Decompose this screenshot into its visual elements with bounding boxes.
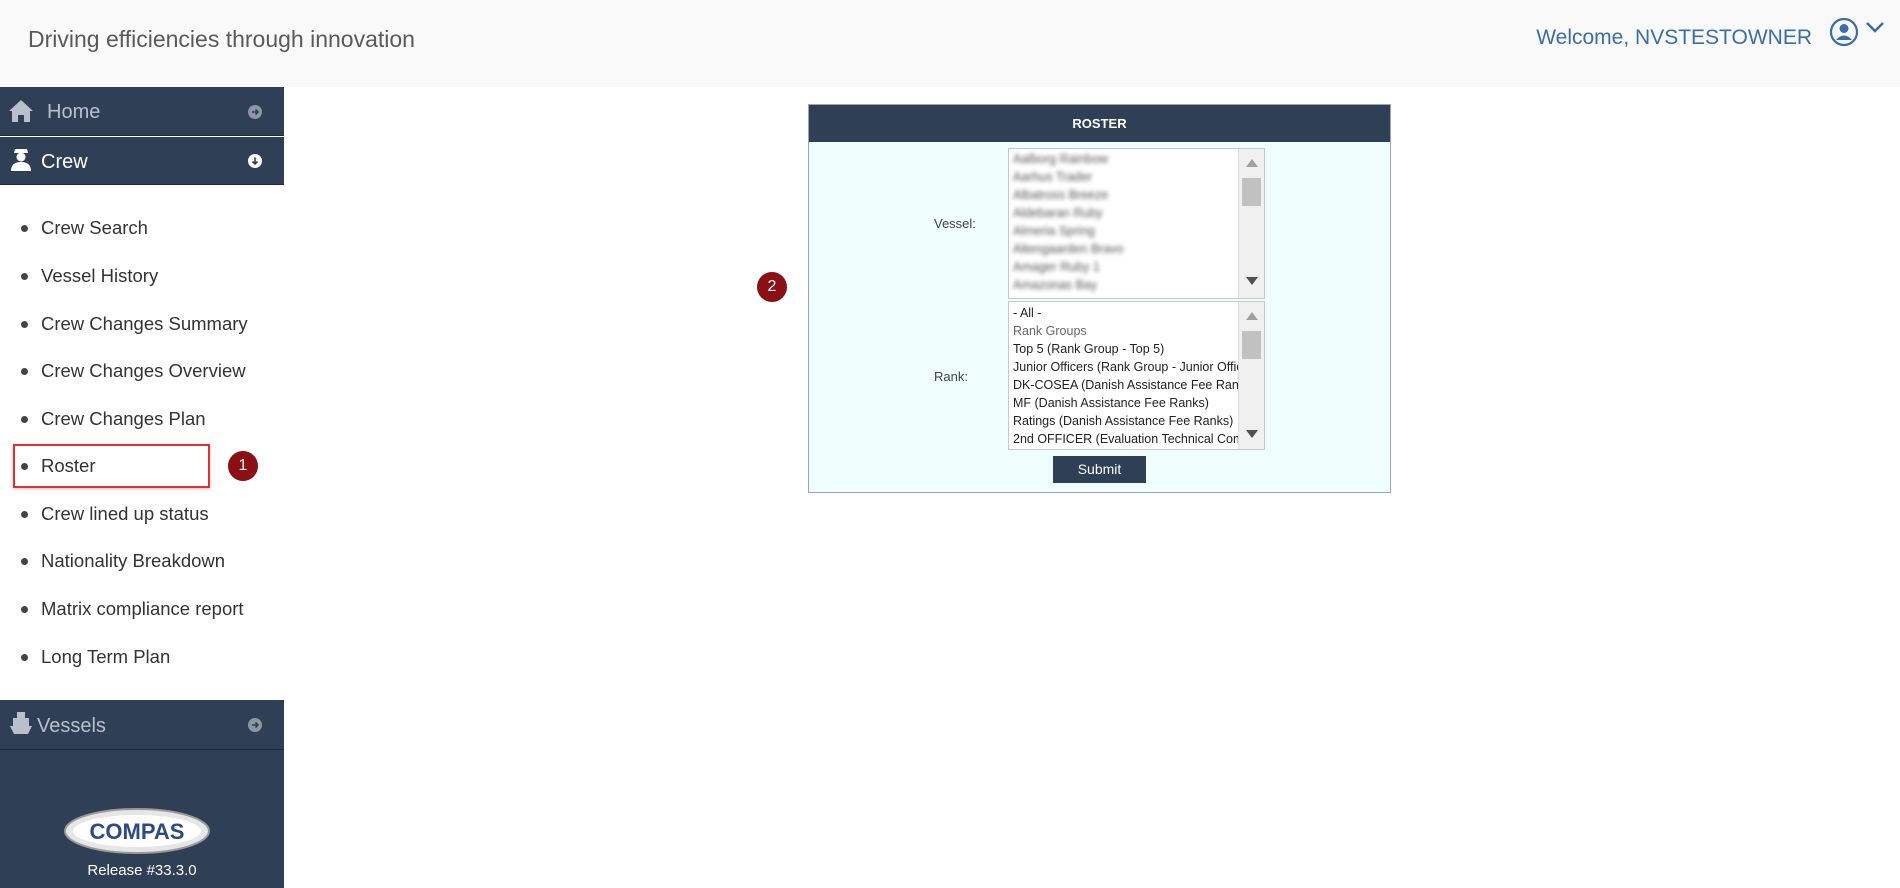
- menu-item-label: Crew Changes Summary: [41, 313, 248, 334]
- arrow-right-circle-icon: [248, 105, 262, 119]
- vessel-option[interactable]: Albatross Breeze: [1013, 188, 1108, 202]
- menu-item-label: Vessel History: [41, 265, 159, 286]
- menu-item-crew-changes-summary[interactable]: Crew Changes Summary: [0, 307, 284, 341]
- scroll-up-icon[interactable]: [1246, 159, 1258, 167]
- menu-item-vessel-history[interactable]: Vessel History: [0, 259, 284, 293]
- roster-panel: ROSTER Vessel: Aalborg Rainbow Aarhus Tr…: [808, 104, 1391, 493]
- top-bar: Driving efficiencies through innovation …: [0, 0, 1900, 87]
- scroll-down-icon[interactable]: [1246, 277, 1258, 285]
- rank-listbox[interactable]: - All - Rank Groups Top 5 (Rank Group - …: [1008, 301, 1265, 450]
- vessel-option[interactable]: Aarhus Trader: [1013, 170, 1092, 184]
- bullet: [21, 321, 28, 328]
- sidebar-item-crew[interactable]: Crew: [0, 137, 284, 185]
- menu-item-label: Crew Changes Overview: [41, 360, 246, 381]
- bullet: [21, 368, 28, 375]
- scrollbar-thumb[interactable]: [1242, 331, 1261, 359]
- menu-item-label: Long Term Plan: [41, 646, 171, 667]
- vessel-option[interactable]: Almeria Spring: [1013, 224, 1095, 238]
- rank-option[interactable]: Ratings (Danish Assistance Fee Ranks): [1013, 414, 1233, 428]
- menu-item-crew-changes-overview[interactable]: Crew Changes Overview: [0, 354, 284, 388]
- compas-logo: COMPAS: [64, 808, 210, 854]
- vessel-option[interactable]: Aalborg Rainbow: [1013, 152, 1108, 166]
- rank-option[interactable]: Top 5 (Rank Group - Top 5): [1013, 342, 1164, 356]
- chevron-down-icon[interactable]: [1864, 19, 1886, 35]
- rank-label: Rank:: [934, 369, 968, 384]
- rank-option[interactable]: Junior Officers (Rank Group - Junior Off…: [1013, 360, 1264, 374]
- menu-item-crew-search[interactable]: Crew Search: [0, 211, 284, 245]
- vessel-scrollbar[interactable]: [1238, 149, 1264, 298]
- bullet: [21, 606, 28, 613]
- step-badge-1: 1: [228, 451, 258, 481]
- bullet: [21, 225, 28, 232]
- bullet: [21, 654, 28, 661]
- rank-option[interactable]: 2nd OFFICER (Evaluation Technical Compet…: [1013, 432, 1264, 446]
- crew-icon: [11, 149, 31, 171]
- rank-option[interactable]: - All -: [1013, 306, 1041, 320]
- vessel-option[interactable]: Amager Ruby 1: [1013, 260, 1100, 274]
- menu-item-crew-changes-plan[interactable]: Crew Changes Plan: [0, 402, 284, 436]
- vessel-option[interactable]: Aldebaran Ruby: [1013, 206, 1103, 220]
- arrow-right-circle-icon: [248, 718, 262, 732]
- roster-title: ROSTER: [809, 105, 1390, 142]
- home-label: Home: [47, 101, 101, 123]
- scroll-down-icon[interactable]: [1246, 430, 1258, 438]
- step-badge-2: 2: [757, 272, 787, 302]
- menu-item-label: Crew Changes Plan: [41, 408, 206, 429]
- arrow-down-circle-icon: [248, 154, 262, 168]
- rank-option[interactable]: DK-COSEA (Danish Assistance Fee Ranks): [1013, 378, 1255, 392]
- vessel-option[interactable]: Altengaarden Bravo: [1013, 242, 1124, 256]
- sidebar-item-vessels[interactable]: Vessels: [0, 700, 284, 750]
- svg-text:COMPAS: COMPAS: [90, 819, 185, 844]
- menu-item-label: Crew lined up status: [41, 503, 209, 524]
- crew-label: Crew: [41, 151, 88, 173]
- tagline: Driving efficiencies through innovation: [28, 26, 415, 52]
- roster-highlight: [13, 444, 210, 488]
- release-version: Release #33.3.0: [87, 862, 197, 879]
- vessel-listbox[interactable]: Aalborg Rainbow Aarhus Trader Albatross …: [1008, 148, 1265, 299]
- menu-item-label: Matrix compliance report: [41, 598, 244, 619]
- menu-item-label: Crew Search: [41, 217, 148, 238]
- bullet: [21, 511, 28, 518]
- vessel-label: Vessel:: [934, 216, 976, 231]
- vessel-option[interactable]: Amazonas Bay: [1013, 278, 1097, 292]
- rank-scrollbar[interactable]: [1238, 302, 1264, 449]
- welcome-text: Welcome, NVSTESTOWNER: [1536, 26, 1812, 49]
- submit-button[interactable]: Submit: [1053, 456, 1146, 483]
- user-icon[interactable]: [1829, 17, 1859, 47]
- scroll-up-icon[interactable]: [1246, 312, 1258, 320]
- home-icon: [9, 100, 33, 122]
- bullet: [21, 558, 28, 565]
- menu-item-long-term-plan[interactable]: Long Term Plan: [0, 640, 284, 674]
- sidebar-item-home[interactable]: Home: [0, 87, 284, 136]
- menu-item-crew-lined-up-status[interactable]: Crew lined up status: [0, 497, 284, 531]
- vessels-label: Vessels: [37, 715, 106, 737]
- bullet: [21, 273, 28, 280]
- scrollbar-thumb[interactable]: [1242, 178, 1261, 206]
- rank-group-header: Rank Groups: [1013, 324, 1087, 338]
- menu-item-nationality-breakdown[interactable]: Nationality Breakdown: [0, 544, 284, 578]
- bullet: [21, 416, 28, 423]
- rank-option[interactable]: MF (Danish Assistance Fee Ranks): [1013, 396, 1209, 410]
- menu-item-matrix-compliance-report[interactable]: Matrix compliance report: [0, 592, 284, 626]
- menu-item-label: Nationality Breakdown: [41, 550, 226, 571]
- ship-icon: [10, 712, 32, 734]
